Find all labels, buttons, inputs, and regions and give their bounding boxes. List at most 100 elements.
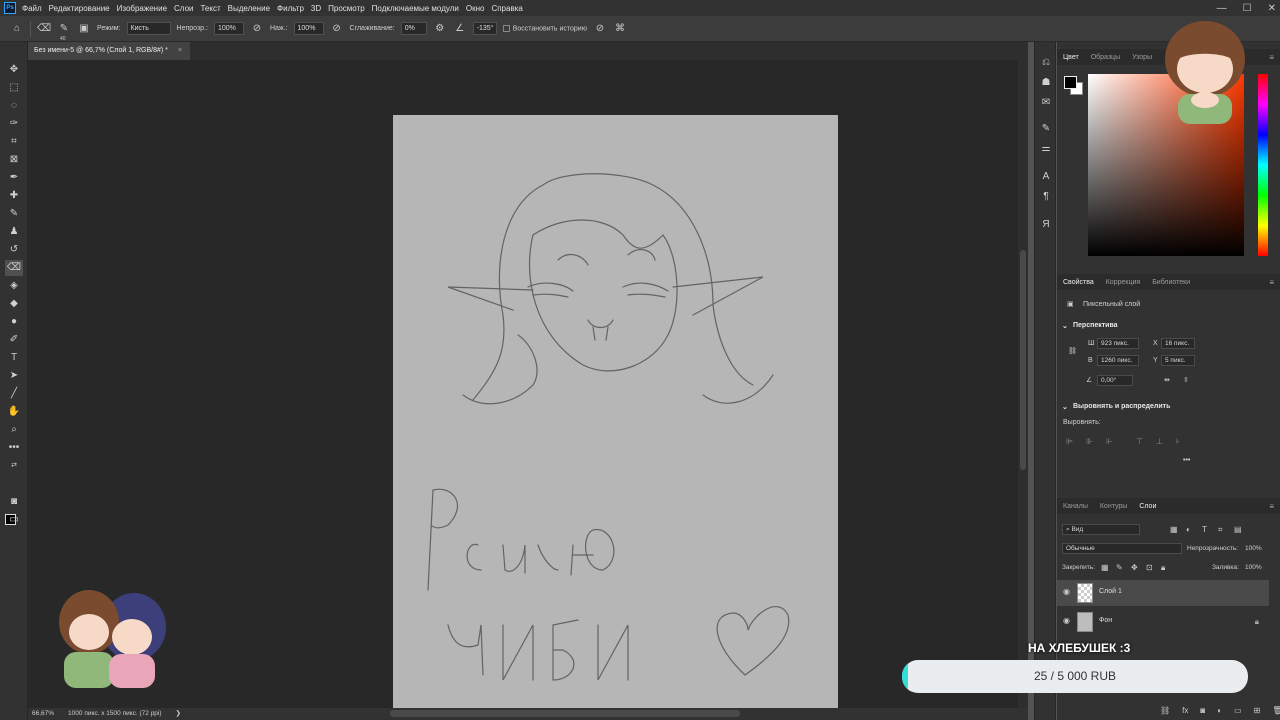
fill-value[interactable]: 100%	[1245, 564, 1262, 571]
brush-preset-icon[interactable]: ✎ 40	[57, 22, 71, 42]
minimize-button[interactable]: —	[1217, 3, 1227, 14]
more-options-icon[interactable]: •••	[1183, 457, 1190, 464]
align-middle-v-icon[interactable]: ⊥	[1156, 437, 1163, 446]
layer-row-layer1[interactable]: ◉ Слой 1	[1057, 580, 1269, 606]
layer-row-background[interactable]: ◉ Фон 🔒︎	[1057, 609, 1269, 635]
marquee-tool-icon[interactable]: ⬚	[5, 80, 23, 96]
adjustment-layer-icon[interactable]: ◐	[1217, 706, 1222, 715]
menu-edit[interactable]: Редактирование	[49, 4, 110, 13]
blur-tool-icon[interactable]: ◆	[5, 296, 23, 312]
brush-settings-icon[interactable]: ▣	[77, 22, 91, 36]
gear-icon[interactable]: ⚙	[433, 22, 447, 36]
lock-all-icon[interactable]: 🔒︎	[1161, 563, 1165, 573]
align-header[interactable]: Выровнять и распределить	[1073, 403, 1170, 410]
menu-layers[interactable]: Слои	[174, 4, 193, 13]
angle-input[interactable]: -135°	[472, 22, 497, 35]
glyphs-panel-icon[interactable]: Я	[1039, 218, 1053, 232]
crop-tool-icon[interactable]: ⌗	[5, 134, 23, 150]
layer-opacity-value[interactable]: 100%	[1245, 545, 1262, 552]
transform-header[interactable]: Перспектива	[1073, 322, 1118, 329]
document-canvas[interactable]	[393, 115, 838, 708]
eyedropper-tool-icon[interactable]: ✒	[5, 170, 23, 186]
menu-file[interactable]: Файл	[22, 4, 42, 13]
healing-tool-icon[interactable]: ✚	[5, 188, 23, 204]
history-panel-icon[interactable]: ⎌	[1039, 56, 1053, 70]
hand-tool-icon[interactable]: ✋	[5, 404, 23, 420]
menu-select[interactable]: Выделение	[228, 4, 270, 13]
symmetry-icon[interactable]: ⌘	[613, 22, 627, 36]
layer-style-icon[interactable]: fx	[1182, 706, 1188, 715]
pen-tool-icon[interactable]: ✐	[5, 332, 23, 348]
x-input[interactable]: 16 пикс.	[1161, 338, 1195, 349]
restore-history-checkbox[interactable]: Восстановить историю	[502, 24, 587, 32]
panel-menu-icon[interactable]: ≡	[1269, 502, 1274, 511]
blend-mode-select[interactable]: Обычные	[1062, 543, 1182, 554]
menu-image[interactable]: Изображение	[117, 4, 167, 13]
zoom-level[interactable]: 66,67%	[32, 708, 54, 720]
screen-mode-icon[interactable]: ▭	[5, 512, 23, 528]
filter-type-icon[interactable]: T	[1202, 525, 1207, 534]
align-center-h-icon[interactable]: ⊪	[1086, 437, 1093, 446]
align-bottom-icon[interactable]: ⊦	[1176, 437, 1180, 446]
flow-input[interactable]: 100%	[293, 22, 324, 35]
align-left-icon[interactable]: ⊫	[1066, 437, 1073, 446]
stamp-tool-icon[interactable]: ♟	[5, 224, 23, 240]
layer-filter-select[interactable]: ⌕ Вид	[1062, 524, 1140, 535]
link-layers-icon[interactable]: ⛓	[1160, 706, 1170, 715]
group-icon[interactable]: ▭	[1234, 706, 1242, 715]
filter-shape-icon[interactable]: ⌗	[1218, 525, 1223, 535]
opacity-input[interactable]: 100%	[213, 22, 244, 35]
layer-name[interactable]: Слой 1	[1099, 588, 1122, 595]
tab-swatches[interactable]: Образцы	[1091, 54, 1120, 61]
eraser-tool-icon[interactable]: ⌫	[37, 22, 51, 36]
airbrush-icon[interactable]: ⊘	[330, 22, 344, 36]
close-window-button[interactable]: ✕	[1268, 3, 1276, 14]
close-tab-icon[interactable]: ×	[178, 47, 182, 54]
tab-channels[interactable]: Каналы	[1063, 503, 1088, 510]
dodge-tool-icon[interactable]: ●	[5, 314, 23, 330]
menu-help[interactable]: Справка	[491, 4, 522, 13]
tab-adjustments[interactable]: Коррекция	[1106, 279, 1140, 286]
more-tools-icon[interactable]: •••	[5, 440, 23, 456]
vertical-scroll-thumb[interactable]	[1020, 250, 1026, 470]
character-panel-icon[interactable]: A	[1039, 170, 1053, 184]
foreground-color-chip[interactable]	[1064, 76, 1077, 89]
width-input[interactable]: 923 пикс.	[1097, 338, 1139, 349]
home-icon[interactable]: ⌂	[10, 22, 24, 36]
add-mask-icon[interactable]: ◙	[1200, 706, 1205, 715]
visibility-eye-icon[interactable]: ◉	[1063, 587, 1070, 596]
brush-panel-icon[interactable]: ✎	[1039, 122, 1053, 136]
zoom-tool-icon[interactable]: ⌕	[5, 422, 23, 438]
tab-properties[interactable]: Свойства	[1063, 279, 1094, 286]
eraser-tool-icon-active[interactable]: ⌫	[5, 260, 23, 276]
tab-patterns[interactable]: Узоры	[1132, 54, 1152, 61]
lock-artboard-icon[interactable]: ⊡	[1146, 563, 1153, 572]
tab-layers[interactable]: Слои	[1139, 503, 1156, 510]
maximize-button[interactable]: ☐	[1243, 3, 1252, 14]
flip-horizontal-icon[interactable]: ⇹	[1164, 376, 1170, 384]
menu-window[interactable]: Окно	[466, 4, 485, 13]
align-chevron-icon[interactable]: ⌄	[1062, 403, 1068, 411]
visibility-eye-icon[interactable]: ◉	[1063, 616, 1070, 625]
comments-panel-icon[interactable]: ✉	[1039, 96, 1053, 110]
menu-view[interactable]: Просмотр	[328, 4, 365, 13]
adjust-panel-icon[interactable]: ⚌	[1039, 142, 1053, 156]
tab-paths[interactable]: Контуры	[1100, 503, 1127, 510]
transform-chevron-icon[interactable]: ⌄	[1062, 322, 1068, 330]
quick-select-tool-icon[interactable]: ✑	[5, 116, 23, 132]
lasso-tool-icon[interactable]: ◌	[5, 98, 23, 114]
align-right-icon[interactable]: ⊩	[1106, 437, 1113, 446]
path-select-tool-icon[interactable]: ➤	[5, 368, 23, 384]
filter-smart-icon[interactable]: ▤	[1234, 525, 1242, 534]
horizontal-scroll-thumb[interactable]	[390, 710, 740, 717]
panel-menu-icon[interactable]: ≡	[1269, 278, 1274, 287]
quick-mask-icon[interactable]: ◙	[5, 494, 23, 510]
tab-libraries[interactable]: Библиотеки	[1152, 279, 1190, 286]
panel-menu-icon[interactable]: ≡	[1269, 53, 1274, 62]
mode-select[interactable]: Кисть	[126, 22, 171, 35]
brush-tool-icon[interactable]: ✎	[5, 206, 23, 222]
menu-text[interactable]: Текст	[200, 4, 220, 13]
paint-bucket-tool-icon[interactable]: ◈	[5, 278, 23, 294]
align-top-icon[interactable]: ⊤	[1136, 437, 1143, 446]
move-tool-icon[interactable]: ✥	[5, 62, 23, 78]
